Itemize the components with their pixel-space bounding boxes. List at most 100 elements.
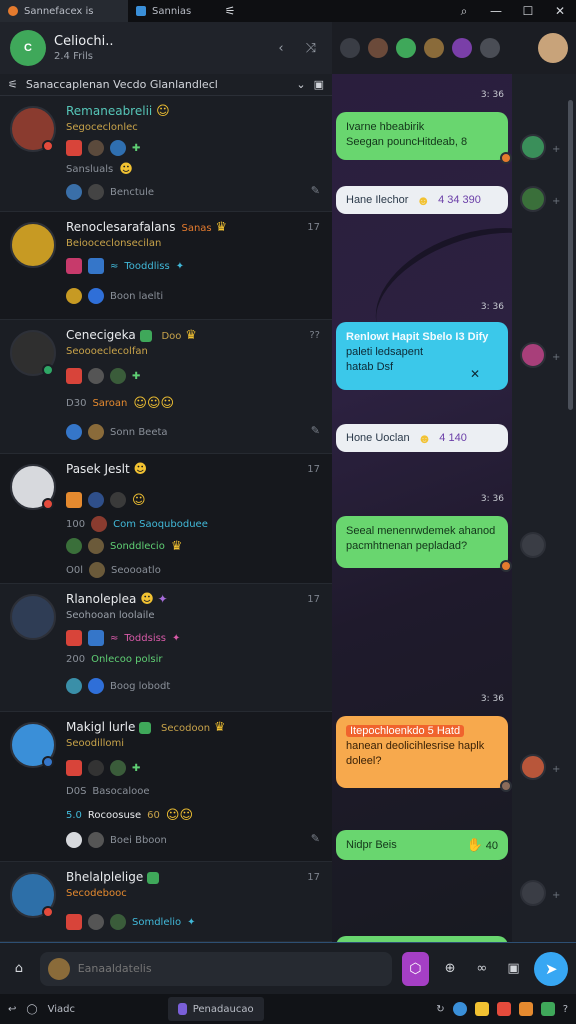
minimize-icon[interactable]: — — [480, 0, 512, 22]
avatar[interactable] — [520, 880, 546, 906]
tab-active[interactable]: Sannefacex is — [0, 0, 128, 22]
avatar[interactable] — [520, 342, 546, 368]
app-icon — [8, 6, 18, 16]
list-item[interactable]: Makigl lurle Secodoon ♛ Seoodillomi ✚ D0… — [0, 712, 332, 862]
pin-icon[interactable]: ⚟ — [216, 0, 244, 22]
chevron-left-icon[interactable]: ‹ — [270, 37, 292, 59]
chat-footer: Sonn Beeta — [110, 426, 168, 438]
chat-footer: Benctule — [110, 186, 155, 198]
avatar[interactable] — [480, 38, 500, 58]
filter-bar: ⚟ Sanaccaplenan Vecdo Glanlandlecl ⌄ ▣ — [0, 74, 332, 96]
avatar[interactable] — [368, 38, 388, 58]
message-bubble[interactable]: Itepochloenkdo 5 Hatd hanean deolicihles… — [336, 716, 512, 792]
chevron-down-icon[interactable]: ⌄ — [296, 78, 305, 91]
account-subtitle: 2.4 Frils — [54, 51, 93, 62]
attach-icon[interactable]: ⊕ — [439, 958, 461, 980]
list-item[interactable]: Cenecigeka Doo ♛ ?? Seoooeclecolfan ✚ D3… — [0, 320, 332, 454]
shield-button[interactable]: ⬡ — [401, 951, 430, 986]
message-bubble[interactable]: Hone Uoclan ☻ 4 140 — [336, 424, 508, 452]
circle-icon[interactable]: ◯ — [26, 1004, 37, 1015]
pin-icon: ✦ — [187, 916, 196, 928]
check-icon[interactable] — [396, 38, 416, 58]
avatar — [110, 368, 126, 384]
compose-icon[interactable]: ▣ — [314, 78, 324, 91]
shuffle-icon[interactable]: ⤨ — [300, 37, 322, 59]
status-badge — [42, 140, 54, 152]
sync-icon[interactable]: ↻ — [436, 1004, 444, 1015]
search-icon[interactable]: ⌕ — [448, 0, 480, 22]
avatar[interactable] — [520, 134, 546, 160]
taskbar-app[interactable]: Penadaucao — [167, 997, 264, 1021]
filter-icon[interactable]: ⚟ — [8, 78, 18, 91]
app-icon[interactable] — [518, 1002, 533, 1016]
chat-meta: Sansluals — [66, 164, 114, 175]
plus-icon[interactable]: + — [552, 196, 560, 207]
avatar[interactable] — [452, 38, 472, 58]
message-input-box[interactable] — [39, 951, 392, 986]
message-time: 3: 36 — [480, 694, 504, 704]
message-bubble[interactable]: Hane Ilechor ☻ 4 34 390 — [336, 186, 508, 214]
red-tag-icon — [66, 140, 82, 156]
chat-meta: Com Saoquboduee — [113, 518, 208, 530]
message-bubble[interactable]: Ivarne hbeabirik Seegan pouncHitdeab, 8 — [336, 112, 512, 164]
list-item[interactable]: Rlanoleplea ☻ ✦ 17 Seohooan loolaile ≈ T… — [0, 584, 332, 712]
scrollbar[interactable] — [568, 100, 573, 410]
arrows-icon: ✚ — [132, 370, 141, 382]
chat-meta: Toddsiss — [124, 632, 167, 644]
avatar[interactable] — [520, 754, 546, 780]
tab-label: Sannefacex is — [24, 5, 94, 17]
plus-icon[interactable]: + — [552, 764, 560, 775]
sticker-icon[interactable] — [47, 957, 70, 980]
pencil-icon[interactable]: ✎ — [311, 184, 320, 197]
app-icon[interactable] — [474, 1002, 489, 1016]
red-tag-icon — [66, 630, 82, 646]
plus-icon[interactable]: + — [552, 352, 560, 363]
pin-icon: ✦ — [175, 260, 185, 272]
plus-icon[interactable]: + — [552, 144, 560, 155]
app-icon[interactable] — [540, 1002, 555, 1016]
pen-icon[interactable] — [340, 38, 360, 58]
avatar[interactable] — [520, 186, 546, 212]
maximize-icon[interactable]: ☐ — [512, 0, 544, 22]
avatar[interactable] — [520, 532, 546, 558]
link-icon[interactable]: ∞ — [471, 958, 493, 980]
avatar — [88, 140, 104, 156]
tab-inactive[interactable]: Sannias — [128, 0, 216, 22]
chat-preview: Seohooan loolaile — [66, 610, 155, 621]
avatar — [110, 492, 126, 508]
taskbar-label[interactable]: Viadc — [48, 1004, 158, 1015]
message-time: 3: 36 — [480, 494, 504, 504]
list-item[interactable]: Renoclesarafalans Sanas ♛ 17 Beiooceclons… — [0, 212, 332, 320]
list-item[interactable]: Bhelalplelige 17 Secodebooc Somdlelio ✦ — [0, 862, 332, 942]
list-item[interactable]: Pasek Jeslt ☻ 17 ☺ 100 Com Saoquboduee S… — [0, 454, 332, 584]
chat-name: Renoclesarafalans Sanas ♛ — [66, 220, 228, 235]
filter-label[interactable]: Sanaccaplenan Vecdo Glanlandlecl — [26, 78, 289, 91]
pencil-icon[interactable]: ✎ — [311, 424, 320, 437]
pin-icon: ✦ — [172, 632, 181, 644]
close-icon[interactable]: ✕ — [470, 367, 480, 382]
back-icon[interactable]: ↩ — [8, 1004, 16, 1015]
list-item[interactable]: Remaneabrelii ☺ Segoceclonlec ✚ Sanslual… — [0, 96, 332, 212]
help-icon[interactable]: ? — [563, 1004, 568, 1015]
close-icon[interactable]: ✕ — [544, 0, 576, 22]
send-button[interactable]: ➤ — [534, 951, 569, 986]
tab-label: Sannias — [152, 5, 192, 17]
plus-icon[interactable]: + — [552, 890, 560, 901]
message-bubble[interactable]: Renlowt Hapit Sbelo I3 Dify paleti ledsa… — [336, 322, 508, 390]
avatar[interactable] — [424, 38, 444, 58]
taskbar: ↩ ◯ Viadc Penadaucao ↻ ? — [0, 994, 576, 1024]
media-icon[interactable]: ▣ — [503, 958, 525, 980]
pencil-icon[interactable]: ✎ — [311, 832, 320, 845]
chat-time: 17 — [307, 594, 320, 605]
telegram-icon[interactable] — [452, 1002, 467, 1016]
avatar[interactable] — [538, 33, 568, 63]
avatar[interactable]: C — [10, 30, 46, 66]
message-bubble[interactable]: Seeal menenrwdemek ahanod pacmhtnenan pe… — [336, 516, 512, 572]
message-bubble[interactable]: Nidpr Beis ✋ 40 — [336, 830, 508, 860]
emoji-icon: ☺☺ — [165, 808, 194, 823]
app-icon[interactable] — [496, 1002, 511, 1016]
message-area: 3: 36 Ivarne hbeabirik Seegan pouncHitde… — [332, 74, 512, 942]
emoji-icon: ✋ — [466, 836, 483, 852]
home-icon[interactable]: ⌂ — [8, 958, 30, 980]
message-input[interactable] — [77, 962, 384, 975]
